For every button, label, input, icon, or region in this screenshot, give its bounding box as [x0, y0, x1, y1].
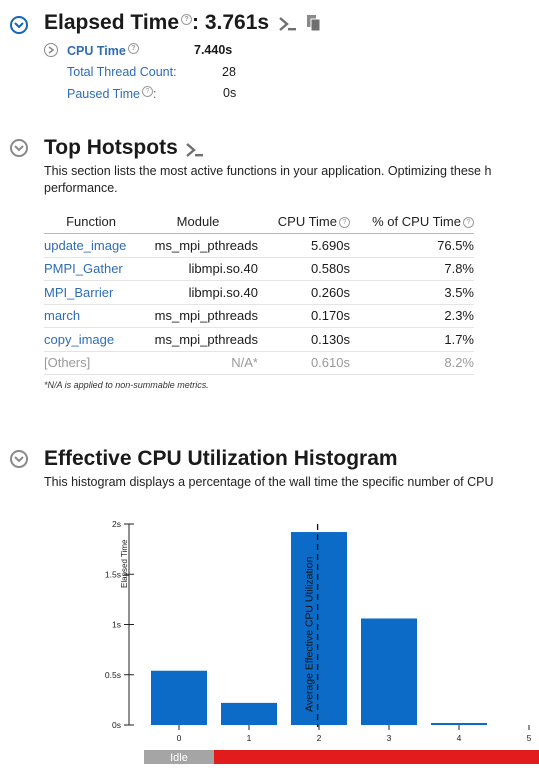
cpu-time-label: CPU Time	[67, 44, 126, 59]
percent-cell: 7.8%	[350, 257, 474, 281]
collapse-hotspots-button[interactable]	[10, 139, 28, 157]
help-icon[interactable]: ?	[181, 14, 193, 25]
percent-cell: 76.5%	[350, 233, 474, 258]
module-cell: N/A*	[138, 351, 258, 375]
cpu-utilization-histogram: 0s 0.5s 1s 1.5s 2s Elapsed Time 0 1 2 3 4 5 Idle A…	[105, 519, 539, 764]
help-icon[interactable]: ?	[141, 86, 153, 97]
chevron-right-icon	[48, 46, 54, 54]
table-row: update_image ms_mpi_pthreads 5.690s 76.5…	[44, 233, 474, 258]
x-tick-label: 5	[527, 733, 532, 743]
chevron-down-icon	[14, 145, 24, 152]
copy-icon[interactable]	[306, 14, 322, 33]
thread-count-value: 28	[222, 65, 236, 79]
x-tick-label: 4	[457, 733, 462, 743]
expand-cpu-time-button[interactable]	[44, 43, 58, 57]
help-icon[interactable]: ?	[127, 43, 139, 54]
table-row: march ms_mpi_pthreads 0.170s 2.3%	[44, 304, 474, 328]
hotspots-description-line2: performance.	[44, 181, 118, 195]
histogram-bar	[221, 702, 277, 725]
table-row: PMPI_Gather libmpi.so.40 0.580s 7.8%	[44, 257, 474, 281]
elapsed-time-heading: Elapsed Time?: 3.761s	[44, 11, 269, 35]
histogram-bar	[431, 722, 487, 725]
module-cell: ms_mpi_pthreads	[138, 327, 258, 352]
percent-cell: 1.7%	[350, 327, 474, 352]
column-header-module[interactable]: Module	[138, 209, 258, 234]
cpu-time-cell: 0.610s	[258, 351, 350, 375]
x-tick-label: 0	[177, 733, 182, 743]
module-cell: ms_mpi_pthreads	[138, 304, 258, 328]
collapse-histogram-button[interactable]	[10, 450, 28, 468]
command-line-icon[interactable]	[185, 141, 205, 159]
histogram-bar	[151, 670, 207, 725]
utilization-band: Idle	[144, 750, 539, 764]
paused-time-label: Paused Time	[67, 87, 140, 102]
na-footnote: *N/A is applied to non-summable metrics.	[44, 380, 209, 390]
function-link[interactable]: MPI_Barrier	[44, 280, 138, 305]
x-tick-label: 1	[247, 733, 252, 743]
paused-time-value: 0s	[223, 86, 237, 100]
module-cell: libmpi.so.40	[138, 257, 258, 281]
percent-cell: 2.3%	[350, 304, 474, 328]
function-link[interactable]: copy_image	[44, 327, 138, 352]
percent-cell: 8.2%	[350, 351, 474, 375]
function-link[interactable]: update_image	[44, 233, 138, 258]
module-cell: ms_mpi_pthreads	[138, 233, 258, 258]
collapse-summary-button[interactable]	[10, 16, 28, 34]
percent-cell: 3.5%	[350, 280, 474, 305]
function-cell-others: [Others]	[44, 351, 138, 375]
utilization-band-label: Idle	[170, 752, 188, 764]
average-utilization-label: Average Effective CPU Utilization	[304, 556, 316, 712]
cpu-time-link[interactable]: CPU Time?	[67, 43, 139, 58]
paused-time-label-wrap: Paused Time?:	[67, 86, 157, 102]
hotspots-table: Function Module CPU Time? % of CPU Time?…	[44, 209, 474, 375]
histogram-bar	[361, 618, 417, 725]
y-axis-label: Elapsed Time	[120, 539, 129, 588]
histogram-bars	[151, 532, 487, 725]
cpu-time-cell: 0.170s	[258, 304, 350, 328]
y-tick-label: 0s	[112, 720, 121, 730]
hotspots-description-line1: This section lists the most active funct…	[44, 164, 492, 178]
chevron-down-icon	[14, 22, 24, 29]
cpu-time-cell: 0.580s	[258, 257, 350, 281]
y-tick-label: 1s	[112, 620, 121, 630]
histogram-bar	[291, 532, 347, 725]
cpu-time-cell: 0.260s	[258, 280, 350, 305]
x-tick-label: 2	[317, 733, 322, 743]
column-header-percent-cpu-time[interactable]: % of CPU Time?	[350, 209, 474, 234]
elapsed-time-label: Elapsed Time	[44, 11, 180, 34]
table-row: copy_image ms_mpi_pthreads 0.130s 1.7%	[44, 327, 474, 352]
elapsed-time-value: : 3.761s	[192, 11, 270, 34]
y-axis: 0s 0.5s 1s 1.5s 2s Elapsed Time	[105, 519, 134, 730]
help-icon[interactable]: ?	[463, 216, 474, 228]
function-link[interactable]: PMPI_Gather	[44, 257, 138, 281]
x-axis: 0 1 2 3 4 5	[177, 725, 532, 743]
table-row: MPI_Barrier libmpi.so.40 0.260s 3.5%	[44, 280, 474, 305]
x-tick-label: 3	[387, 733, 392, 743]
column-header-function[interactable]: Function	[44, 209, 138, 234]
y-tick-label: 0.5s	[105, 670, 121, 680]
cpu-time-cell: 5.690s	[258, 233, 350, 258]
help-icon[interactable]: ?	[339, 216, 350, 228]
thread-count-label: Total Thread Count:	[67, 65, 177, 79]
function-link[interactable]: march	[44, 304, 138, 328]
command-line-icon[interactable]	[278, 15, 298, 33]
hotspots-title: Top Hotspots	[44, 136, 178, 159]
cpu-time-cell: 0.130s	[258, 327, 350, 352]
chevron-down-icon	[14, 456, 24, 463]
table-row-others: [Others] N/A* 0.610s 8.2%	[44, 351, 474, 375]
table-header-row: Function Module CPU Time? % of CPU Time?	[44, 209, 474, 234]
y-tick-label: 2s	[112, 519, 121, 529]
module-cell: libmpi.so.40	[138, 280, 258, 305]
histogram-description: This histogram displays a percentage of …	[44, 475, 494, 489]
y-tick-label: 1.5s	[105, 569, 121, 579]
utilization-band-segment	[214, 750, 539, 764]
cpu-time-value: 7.440s	[194, 43, 233, 57]
column-header-cpu-time[interactable]: CPU Time?	[258, 209, 350, 234]
histogram-title: Effective CPU Utilization Histogram	[44, 447, 398, 470]
